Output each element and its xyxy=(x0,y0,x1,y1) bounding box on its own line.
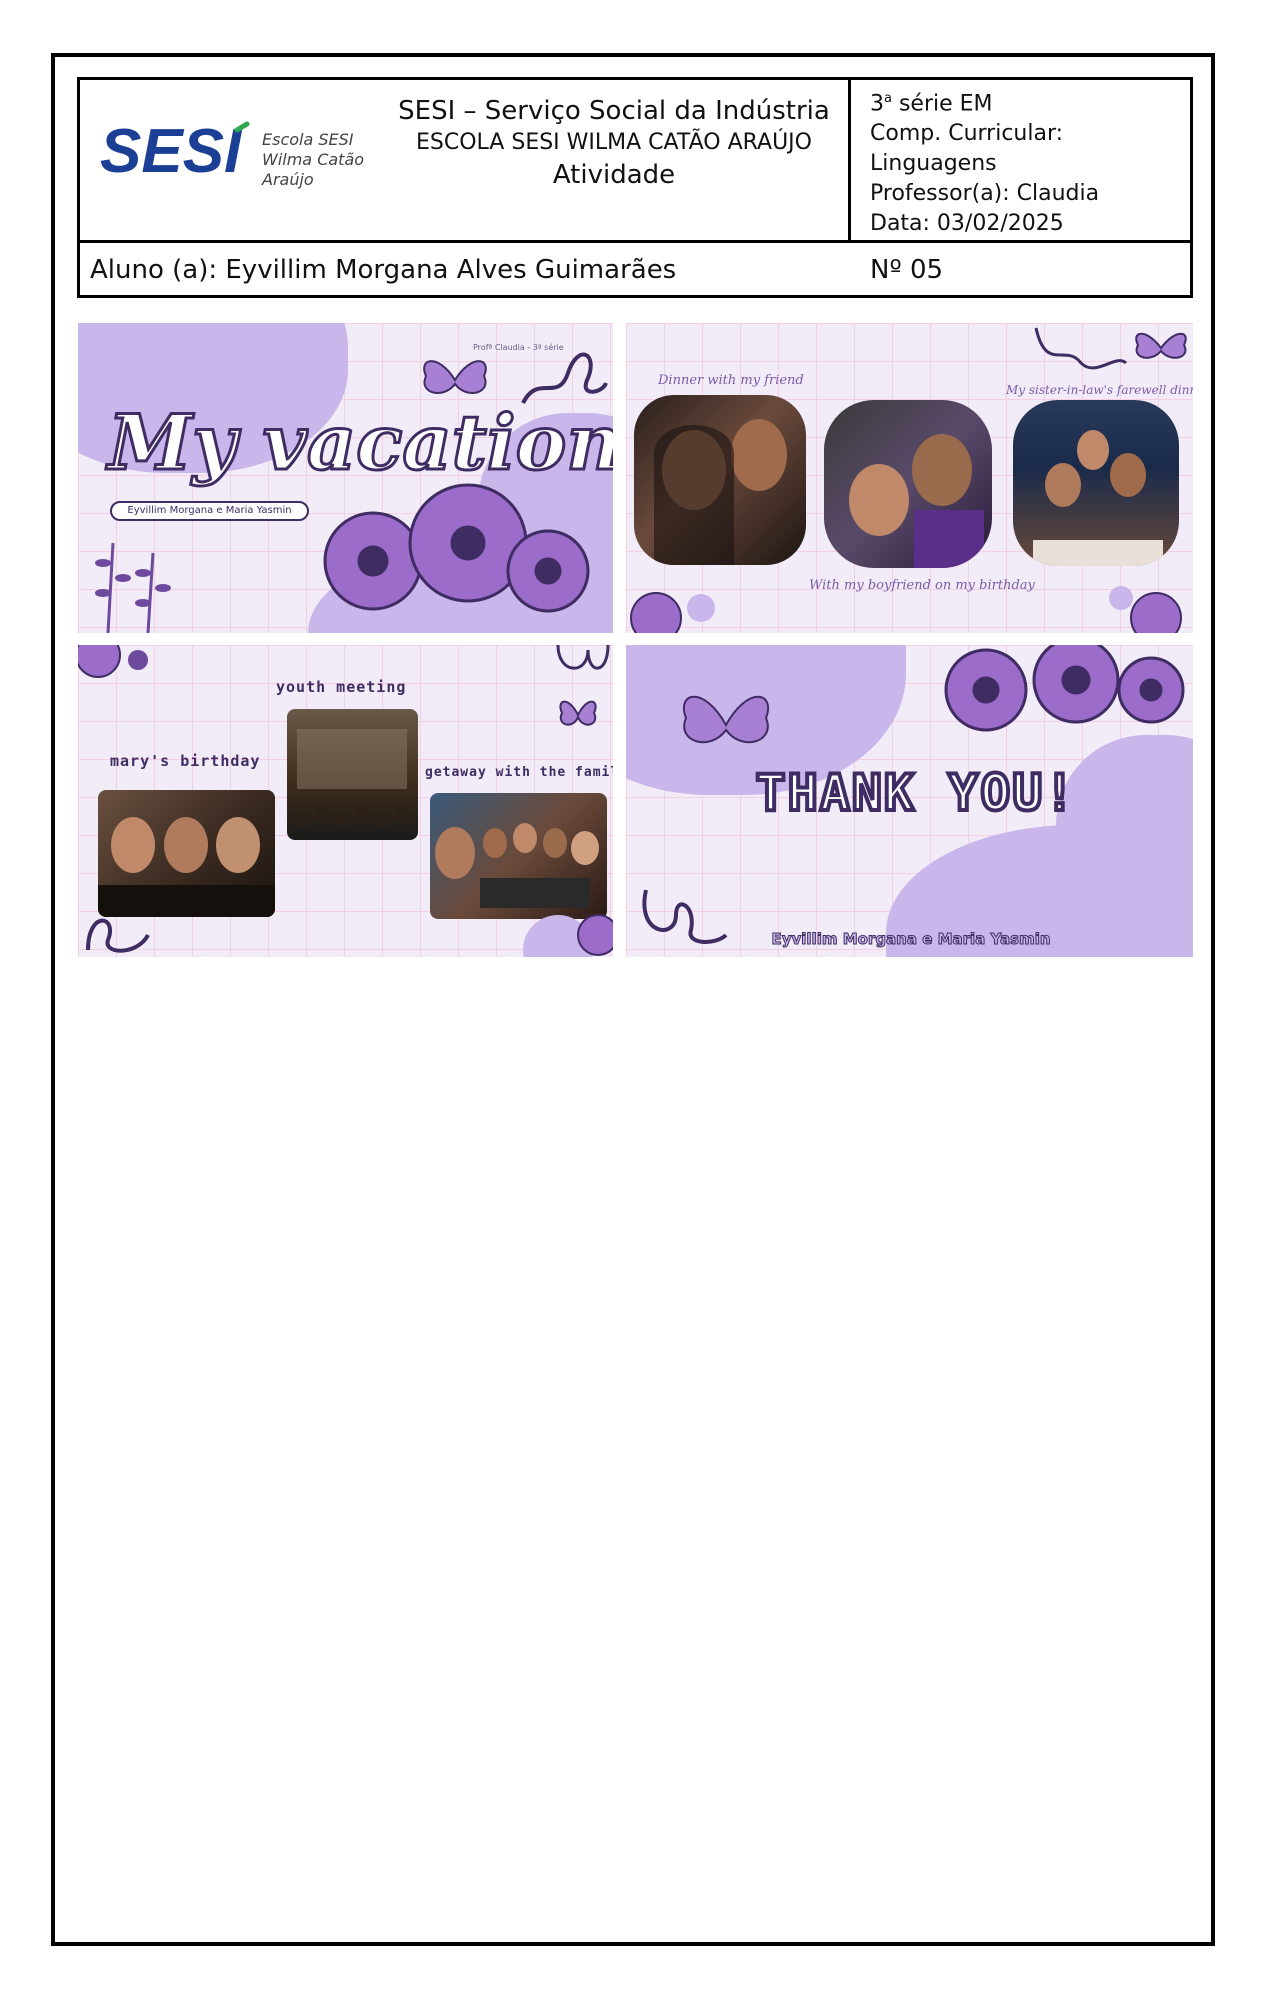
header-divider-horizontal xyxy=(80,240,1190,243)
header-divider-vertical xyxy=(848,80,851,240)
photo-silhouettes xyxy=(1033,430,1163,566)
flower-icon xyxy=(944,645,1185,732)
photo-youth-meeting xyxy=(287,709,418,840)
sesi-logo: SESI Escola SESI Wilma Catão Araújo xyxy=(100,117,380,200)
photo-silhouettes xyxy=(654,419,787,565)
flower-icon xyxy=(630,592,715,633)
authors-pill: Eyvillim Morgana e Maria Yasmin xyxy=(110,501,309,521)
leaf-branch-icon xyxy=(95,542,171,633)
header-info-block: 3a série EM Comp. Curricular: Linguagens… xyxy=(870,84,1099,239)
slide-thank-you: THANK YOU! Eyvillim Morgana e Maria Yasm… xyxy=(626,645,1193,957)
grade-level: série EM xyxy=(891,91,993,117)
photo-crowd xyxy=(294,729,410,827)
sesi-logo-word: SESI xyxy=(100,120,243,186)
org-name: SESI – Serviço Social da Indústria xyxy=(398,96,830,126)
flower-icon xyxy=(1109,586,1182,633)
photo-birthday-boyfriend xyxy=(824,400,992,568)
logo-sub-line-3: Araújo xyxy=(262,170,314,189)
photo-silhouettes xyxy=(849,434,984,568)
header-title-block: SESI – Serviço Social da Indústria ESCOL… xyxy=(380,94,848,192)
caption-boyfriend-birthday: With my boyfriend on my birthday xyxy=(809,578,1035,593)
caption-youth-meeting: youth meeting xyxy=(276,678,407,696)
butterfly-icon xyxy=(683,695,769,744)
student-number: Nº 05 xyxy=(870,255,944,285)
grade: 3a série EM xyxy=(870,84,1099,119)
header-table: SESI Escola SESI Wilma Catão Araújo SESI… xyxy=(77,77,1193,298)
thank-you-title: THANK YOU! xyxy=(753,762,1077,824)
swirl-icon xyxy=(86,918,150,953)
slide-my-vacation: Profª Claudia - 3ª série My vacation Eyv… xyxy=(78,323,613,633)
logo-sub-line-1: Escola SESI xyxy=(262,130,354,149)
date: Data: 03/02/2025 xyxy=(870,211,1064,237)
thank-you-authors: Eyvillim Morgana e Maria Yasmin xyxy=(771,930,1051,949)
caption-getaway-family: getaway with the family xyxy=(425,765,613,780)
photo-dinner-friend xyxy=(634,395,806,565)
sesi-logo-mark: SESI xyxy=(100,117,250,186)
caption-marys-birthday: mary's birthday xyxy=(110,752,261,770)
slide-photo-collage-2: youth meeting mary's birthday getaway wi… xyxy=(78,645,613,957)
component-label: Comp. Curricular: xyxy=(870,121,1064,147)
caption-dinner-friend: Dinner with my friend xyxy=(658,373,804,388)
swirl-butterfly-decor xyxy=(1034,327,1187,370)
swirl-butterfly-decor xyxy=(556,645,610,726)
flower-icon xyxy=(523,914,613,957)
slide-title: My vacation xyxy=(107,397,613,489)
grade-ordinal: a xyxy=(884,91,892,106)
grade-number: 3 xyxy=(870,91,884,117)
document-type: Atividade xyxy=(552,160,676,190)
swirl-icon xyxy=(642,889,728,944)
flower-icon xyxy=(78,645,148,678)
slide-photo-collage-1: Dinner with my friend My sister-in-law's… xyxy=(626,323,1193,633)
student-name: Aluno (a): Eyvillim Morgana Alves Guimar… xyxy=(90,255,677,285)
school-name: ESCOLA SESI WILMA CATÃO ARAÚJO xyxy=(416,130,812,155)
teacher: Professor(a): Claudia xyxy=(870,181,1100,207)
flower-icon xyxy=(323,483,590,613)
logo-sub-line-2: Wilma Catão xyxy=(262,150,365,169)
logo-subtitle: Escola SESI Wilma Catão Araújo xyxy=(262,130,364,190)
photo-farewell-dinner xyxy=(1013,400,1179,566)
component-value: Linguagens xyxy=(870,151,997,177)
caption-farewell-dinner: My sister-in-law's farewell dinner xyxy=(1006,383,1193,397)
